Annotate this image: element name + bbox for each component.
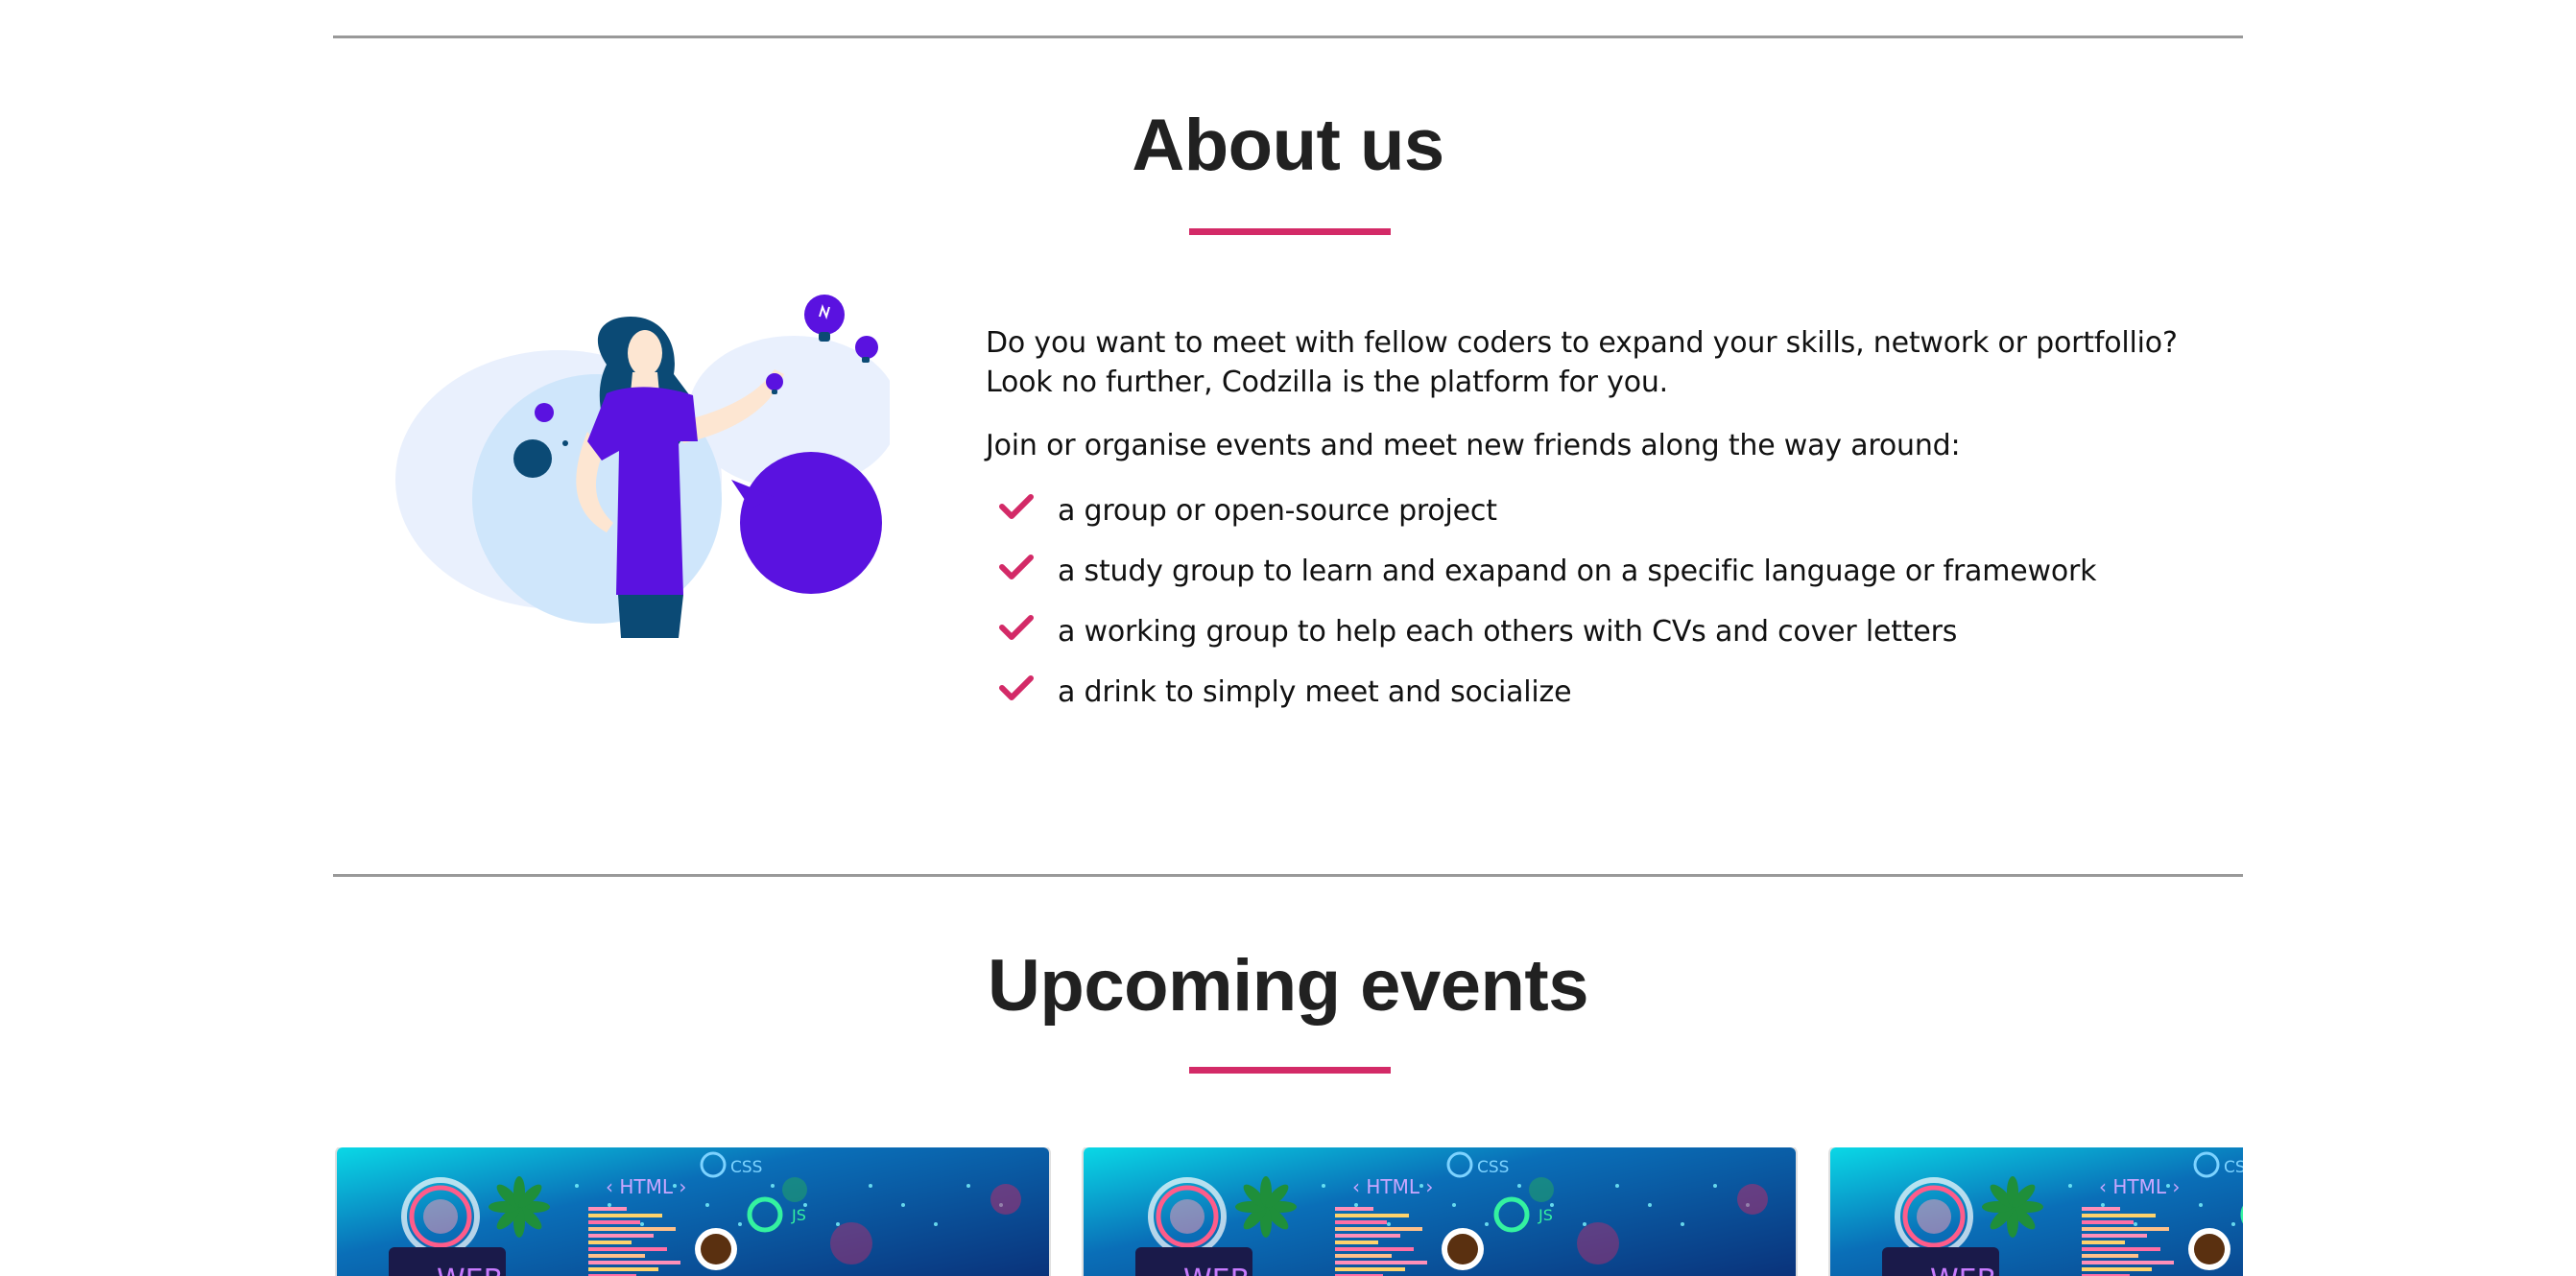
list-item: a study group to learn and exapand on a …	[986, 554, 2253, 618]
web-development-banner-image: ‹ HTML ›CSSJSWEB	[1830, 1147, 2243, 1276]
svg-text:WEB: WEB	[1183, 1264, 1250, 1276]
svg-text:JS: JS	[791, 1206, 806, 1224]
person-with-ideas-illustration	[395, 295, 890, 638]
event-card[interactable]: ‹ HTML › CSS JS WEB	[1084, 1147, 1796, 1276]
list-item-label: a working group to help each others with…	[1058, 614, 1958, 649]
checkmark-icon	[999, 674, 1034, 700]
top-divider	[333, 35, 2243, 38]
section-divider	[333, 874, 2243, 877]
lightbulb-icon	[804, 295, 845, 342]
about-paragraph: Do you want to meet with fellow coders t…	[986, 326, 2178, 399]
list-item: a working group to help each others with…	[986, 614, 2253, 678]
svg-text:WEB: WEB	[437, 1264, 503, 1276]
svg-text:‹ HTML ›: ‹ HTML ›	[606, 1175, 686, 1198]
about-title: About us	[1132, 105, 1444, 186]
checkmark-icon	[999, 554, 1034, 579]
list-item-label: a group or open-source project	[1058, 493, 1497, 528]
web-development-banner-image: ‹ HTML › CSS JS WEB	[337, 1147, 1049, 1276]
checkmark-icon	[999, 493, 1034, 519]
about-paragraph: Join or organise events and meet new fri…	[986, 429, 1961, 462]
about-title-underline	[1189, 228, 1391, 235]
events-title-underline	[1189, 1067, 1391, 1074]
web-development-banner-image: ‹ HTML › CSS JS WEB	[1084, 1147, 1796, 1276]
checkmark-icon	[999, 614, 1034, 640]
svg-text:‹ HTML ›: ‹ HTML ›	[2099, 1175, 2180, 1198]
list-item: a group or open-source project	[986, 493, 2253, 557]
activities-list: a group or open-source project a study g…	[986, 493, 2253, 739]
event-card[interactable]: ‹ HTML › CSS JS WEB	[337, 1147, 1049, 1276]
events-title: Upcoming events	[988, 945, 1588, 1027]
event-card[interactable]: ‹ HTML ›CSSJSWEB	[1830, 1147, 2243, 1276]
svg-text:JS: JS	[1538, 1206, 1553, 1224]
page-content: About us Do you want to meet with fellow…	[333, 0, 2243, 1276]
list-item-label: a study group to learn and exapand on a …	[1058, 554, 2097, 588]
list-item-label: a drink to simply meet and socialize	[1058, 674, 1572, 709]
list-item: a drink to simply meet and socialize	[986, 674, 2253, 739]
svg-text:‹ HTML ›: ‹ HTML ›	[1352, 1175, 1433, 1198]
svg-text:CSS: CSS	[2224, 1158, 2243, 1177]
svg-text:WEB: WEB	[1930, 1264, 1996, 1276]
svg-text:CSS: CSS	[1477, 1158, 1509, 1177]
events-card-row: ‹ HTML › CSS JS WEB ‹ HTML › CSS JS WEB ‹ HTML…	[333, 1147, 2243, 1276]
about-description: Do you want to meet with fellow coders t…	[986, 324, 2253, 739]
svg-text:CSS: CSS	[730, 1158, 762, 1177]
